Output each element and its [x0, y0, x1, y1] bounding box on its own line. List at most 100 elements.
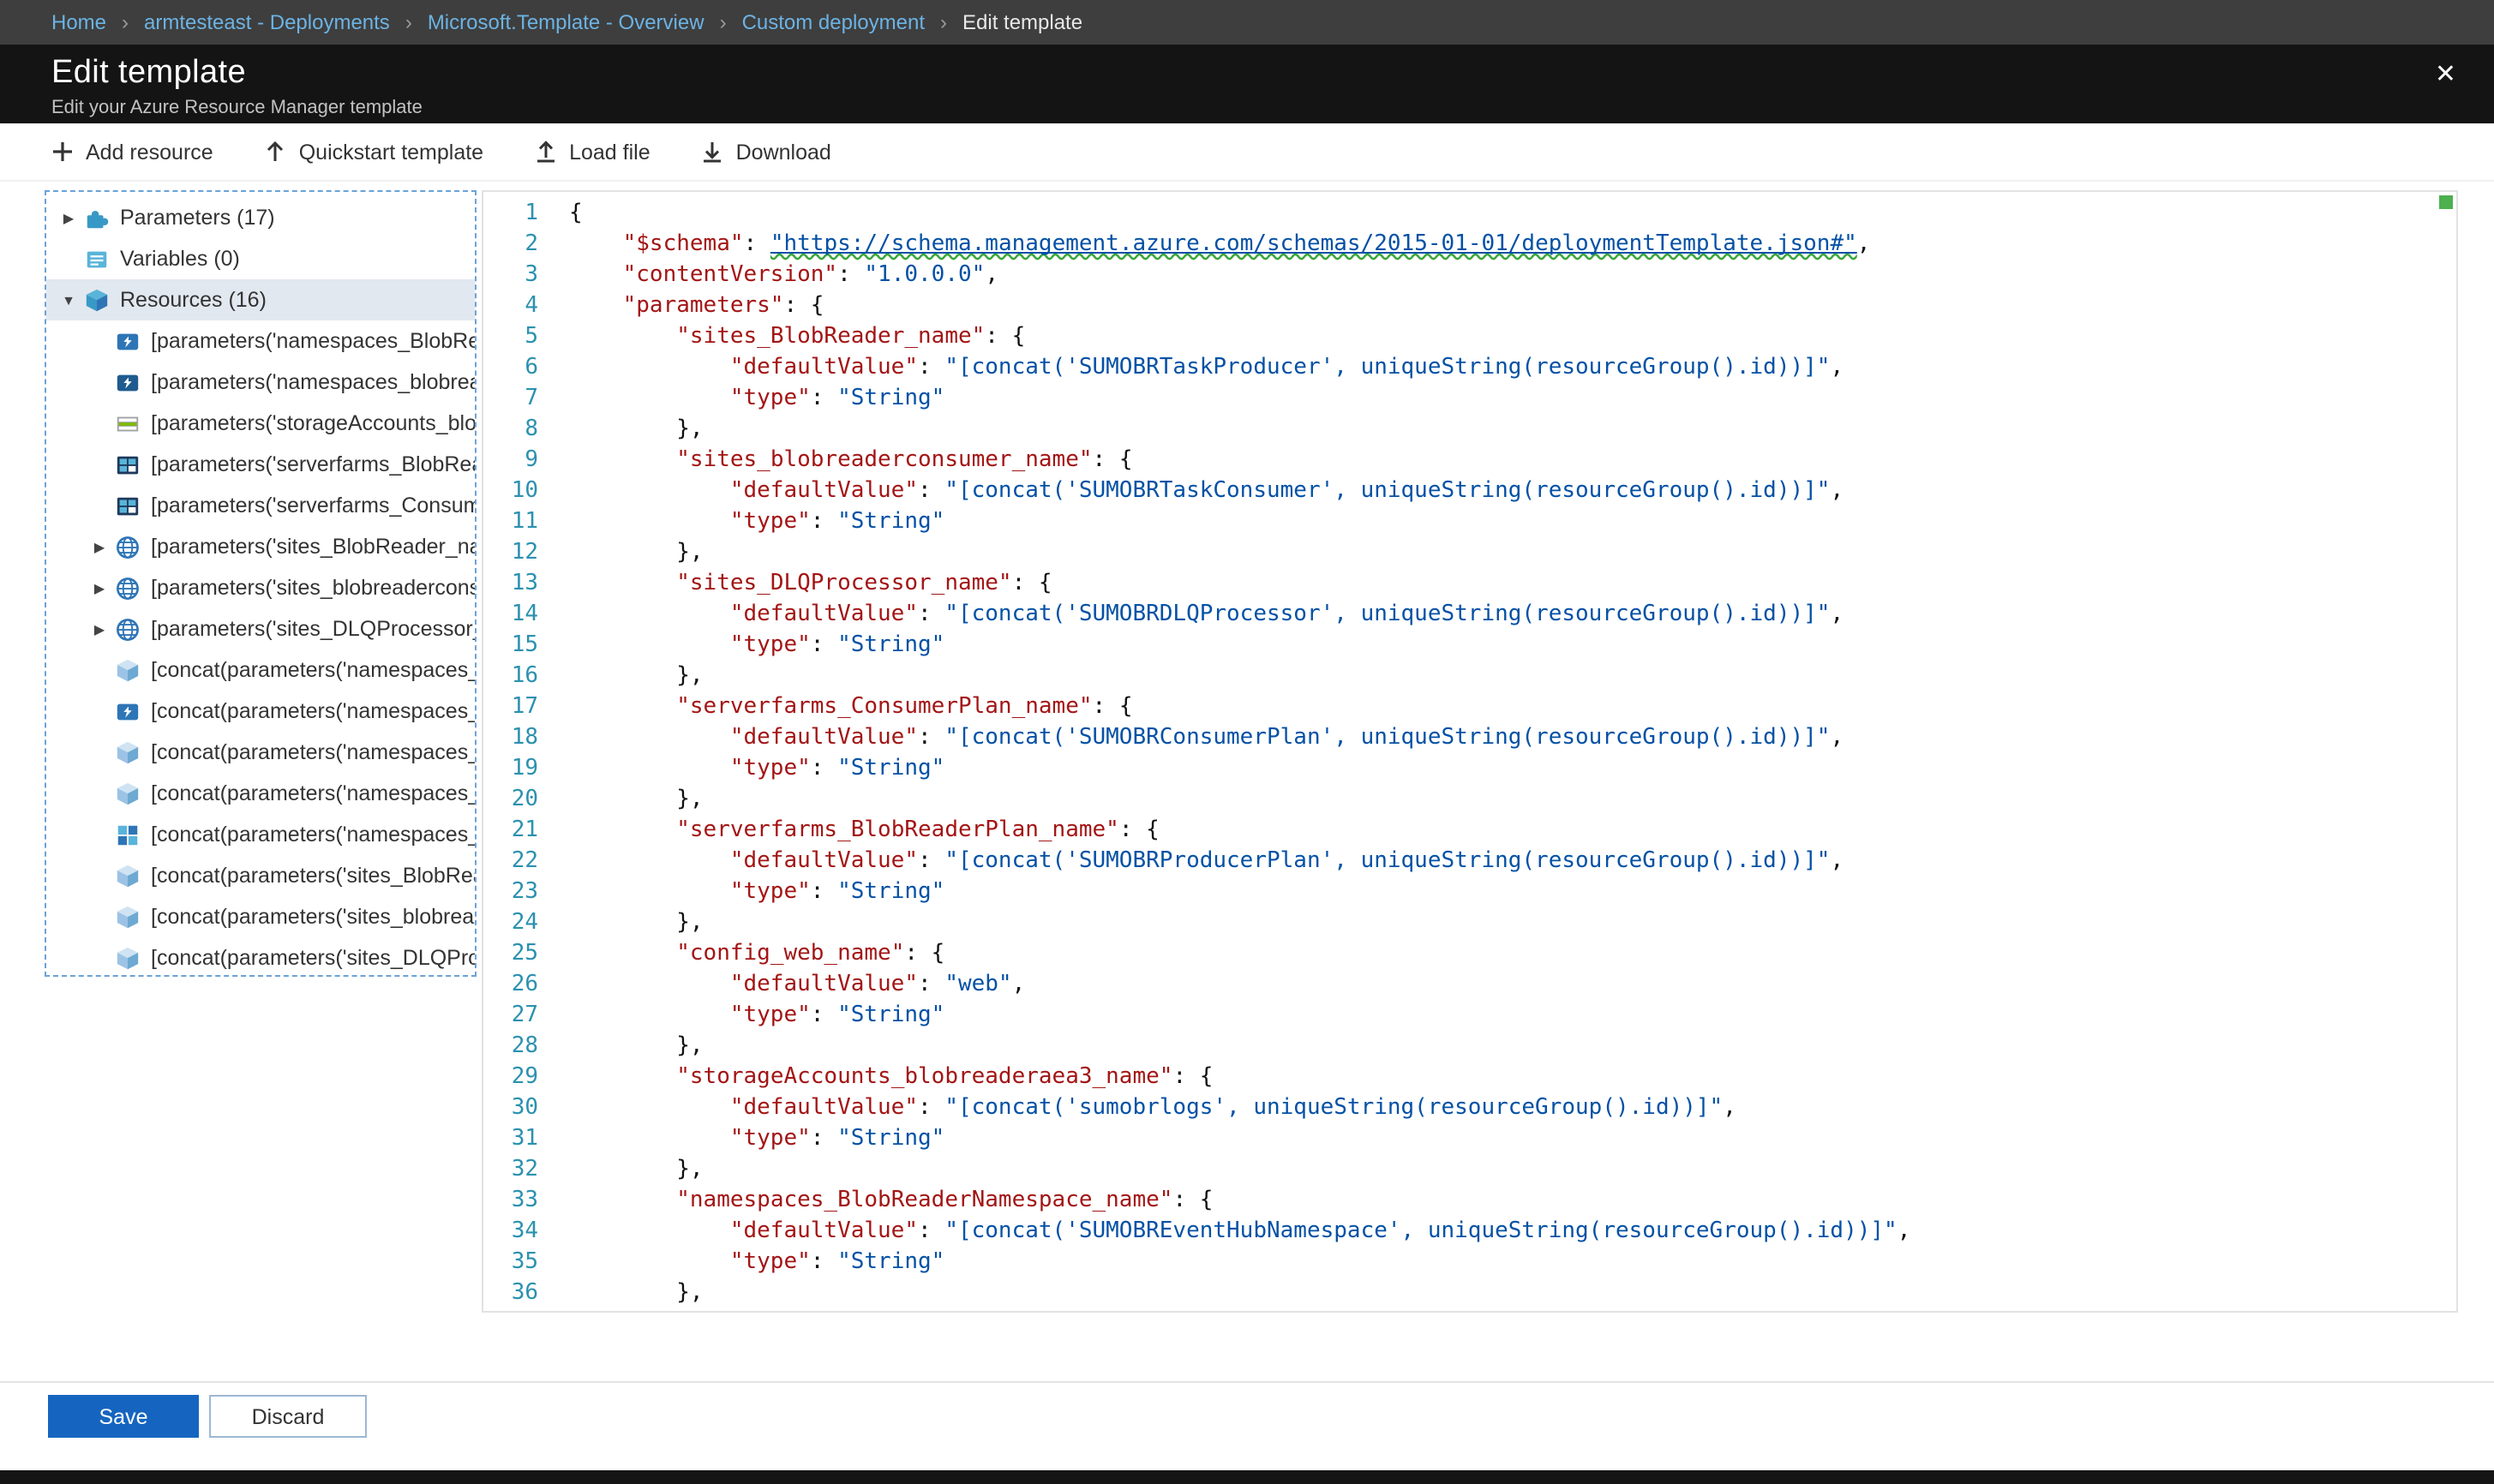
line-number: 35	[483, 1248, 538, 1278]
breadcrumb-item-2[interactable]: Microsoft.Template - Overview	[428, 10, 704, 34]
code-line[interactable]: "type": "String"	[569, 1124, 2456, 1155]
code-line[interactable]: },	[569, 1032, 2456, 1062]
tree-item-7[interactable]: [parameters('serverfarms_Consum...	[46, 485, 475, 526]
schema-url-link[interactable]: "https://schema.management.azure.com/sch…	[770, 231, 1857, 257]
template-editor[interactable]: 1234567891011121314151617181920212223242…	[482, 190, 2458, 1313]
tree-item-0[interactable]: ▶Parameters (17)	[46, 197, 475, 238]
tree-item-12[interactable]: [concat(parameters('namespaces_...	[46, 691, 475, 732]
code-line[interactable]: "type": "String"	[569, 384, 2456, 415]
code-line[interactable]: "sites_DLQProcessor_name": {	[569, 569, 2456, 600]
discard-button[interactable]: Discard	[209, 1395, 367, 1438]
tree-item-4[interactable]: [parameters('namespaces_blobrea...	[46, 362, 475, 403]
line-number: 5	[483, 322, 538, 353]
code-line[interactable]: "defaultValue": "[concat('SUMOBRProducer…	[569, 847, 2456, 877]
code-line[interactable]: },	[569, 785, 2456, 816]
tree-item-18[interactable]: [concat(parameters('sites_DLQPro...	[46, 937, 475, 977]
code-line[interactable]: "type": "String"	[569, 877, 2456, 908]
code-line[interactable]: "storageAccounts_blobreaderaea3_name": {	[569, 1062, 2456, 1093]
code-line[interactable]: "namespaces_BlobReaderNamespace_name": {	[569, 1186, 2456, 1217]
cube-icon	[113, 739, 141, 766]
code-line[interactable]: "type": "String"	[569, 507, 2456, 538]
tree-item-13[interactable]: [concat(parameters('namespaces_...	[46, 732, 475, 773]
load-file-label: Load file	[569, 140, 650, 164]
tree-item-9[interactable]: ▶[parameters('sites_blobreadercons...	[46, 567, 475, 608]
tree-item-label: [concat(parameters('namespaces_...	[151, 740, 475, 764]
line-number: 32	[483, 1155, 538, 1186]
tree-item-label: [concat(parameters('namespaces_...	[151, 699, 475, 723]
breadcrumb-item-3[interactable]: Custom deployment	[742, 10, 925, 34]
chevron-right-icon[interactable]: ▶	[86, 539, 113, 554]
tree-item-1[interactable]: Variables (0)	[46, 238, 475, 279]
chevron-right-icon[interactable]: ▶	[86, 580, 113, 595]
code-line[interactable]: },	[569, 661, 2456, 692]
code-line[interactable]: "namespaces_BlobReaderNamespace_Authoriz…	[569, 1309, 2456, 1311]
code-line[interactable]: {	[569, 199, 2456, 230]
cube-icon	[113, 656, 141, 684]
tree-item-2[interactable]: ▼Resources (16)	[46, 279, 475, 320]
line-number: 2	[483, 230, 538, 260]
code-area[interactable]: { "$schema": "https://schema.management.…	[555, 192, 2456, 1311]
line-number: 15	[483, 631, 538, 661]
eventhub-dark-icon	[113, 368, 141, 396]
code-line[interactable]: "defaultValue": "web",	[569, 970, 2456, 1001]
tree-item-15[interactable]: [concat(parameters('namespaces_...	[46, 814, 475, 855]
code-line[interactable]: "type": "String"	[569, 754, 2456, 785]
code-line[interactable]: "parameters": {	[569, 291, 2456, 322]
code-line[interactable]: "type": "String"	[569, 1248, 2456, 1278]
code-line[interactable]: "defaultValue": "[concat('SUMOBRConsumer…	[569, 723, 2456, 754]
code-line[interactable]: "$schema": "https://schema.management.az…	[569, 230, 2456, 260]
tree-item-label: [parameters('storageAccounts_blo...	[151, 411, 475, 435]
tree-item-6[interactable]: [parameters('serverfarms_BlobRea...	[46, 444, 475, 485]
line-number: 37	[483, 1309, 538, 1313]
tree-item-3[interactable]: [parameters('namespaces_BlobRe...	[46, 320, 475, 362]
add-resource-button[interactable]: Add resource	[51, 140, 213, 164]
code-line[interactable]: "sites_BlobReader_name": {	[569, 322, 2456, 353]
tree-item-17[interactable]: [concat(parameters('sites_blobrea...	[46, 896, 475, 937]
tree-item-label: [parameters('serverfarms_BlobRea...	[151, 452, 475, 476]
breadcrumb-item-1[interactable]: armtesteast - Deployments	[144, 10, 390, 34]
code-line[interactable]: "defaultValue": "[concat('SUMOBRTaskProd…	[569, 353, 2456, 384]
chevron-right-icon[interactable]: ▶	[55, 210, 82, 225]
load-file-button[interactable]: Load file	[535, 140, 650, 164]
chevron-down-icon[interactable]: ▼	[55, 292, 82, 308]
code-line[interactable]: },	[569, 415, 2456, 446]
code-line[interactable]: "contentVersion": "1.0.0.0",	[569, 260, 2456, 291]
code-line[interactable]: "defaultValue": "[concat('SUMOBREventHub…	[569, 1217, 2456, 1248]
tree-item-5[interactable]: [parameters('storageAccounts_blo...	[46, 403, 475, 444]
resource-tree: ▶Parameters (17)Variables (0)▼Resources …	[45, 190, 477, 977]
download-button[interactable]: Download	[702, 140, 831, 164]
code-line[interactable]: "defaultValue": "[concat('SUMOBRDLQProce…	[569, 600, 2456, 631]
tree-item-label: [parameters('sites_BlobReader_na...	[151, 535, 475, 559]
code-line[interactable]: "serverfarms_BlobReaderPlan_name": {	[569, 816, 2456, 847]
line-number: 7	[483, 384, 538, 415]
code-line[interactable]: "defaultValue": "[concat('sumobrlogs', u…	[569, 1093, 2456, 1124]
parameters-icon	[82, 204, 110, 231]
tree-item-11[interactable]: [concat(parameters('namespaces_...	[46, 649, 475, 691]
line-number: 18	[483, 723, 538, 754]
save-button[interactable]: Save	[48, 1395, 199, 1438]
code-line[interactable]: "sites_blobreaderconsumer_name": {	[569, 446, 2456, 476]
code-line[interactable]: "defaultValue": "[concat('SUMOBRTaskCons…	[569, 476, 2456, 507]
code-line[interactable]: "type": "String"	[569, 1001, 2456, 1032]
code-line[interactable]: },	[569, 908, 2456, 939]
code-line[interactable]: "type": "String"	[569, 631, 2456, 661]
code-line[interactable]: },	[569, 538, 2456, 569]
quickstart-template-button[interactable]: Quickstart template	[265, 140, 483, 164]
plus-icon	[51, 141, 74, 163]
line-number: 33	[483, 1186, 538, 1217]
chevron-right-icon[interactable]: ▶	[86, 621, 113, 637]
code-line[interactable]: },	[569, 1278, 2456, 1309]
editor-scrollbar[interactable]	[2436, 192, 2456, 1311]
tree-item-8[interactable]: ▶ [parameters('sites_BlobReader_na...	[46, 526, 475, 567]
tree-item-10[interactable]: ▶[parameters('sites_DLQProcessor_...	[46, 608, 475, 649]
tree-item-14[interactable]: [concat(parameters('namespaces_...	[46, 773, 475, 814]
breadcrumb-item-0[interactable]: Home	[51, 10, 106, 34]
tree-item-16[interactable]: [concat(parameters('sites_BlobRea...	[46, 855, 475, 896]
code-line[interactable]: "serverfarms_ConsumerPlan_name": {	[569, 692, 2456, 723]
code-line[interactable]: },	[569, 1155, 2456, 1186]
close-icon[interactable]: ✕	[2435, 62, 2456, 87]
code-line[interactable]: "config_web_name": {	[569, 939, 2456, 970]
download-label: Download	[736, 140, 831, 164]
variables-icon	[82, 245, 110, 272]
website-icon	[113, 574, 141, 601]
